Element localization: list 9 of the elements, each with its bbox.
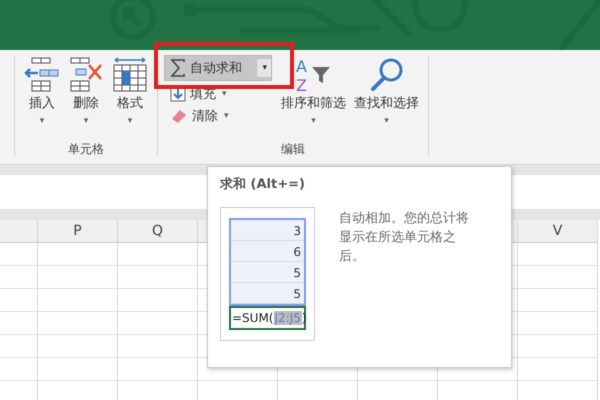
example-cell: 5	[231, 262, 304, 283]
group-label: 编辑	[280, 141, 306, 158]
example-cell: 6	[231, 241, 304, 262]
tooltip-description: 自动相加。您的总计将显示在所选单元格之后。	[339, 210, 470, 266]
example-cell: 3	[231, 220, 304, 241]
example-cell: 5	[231, 283, 304, 304]
tooltip-title: 求和 (Alt+=)	[220, 176, 306, 193]
group-label: 单元格	[67, 141, 105, 158]
formula-cell: =SUM(J2:J5)	[229, 306, 306, 330]
